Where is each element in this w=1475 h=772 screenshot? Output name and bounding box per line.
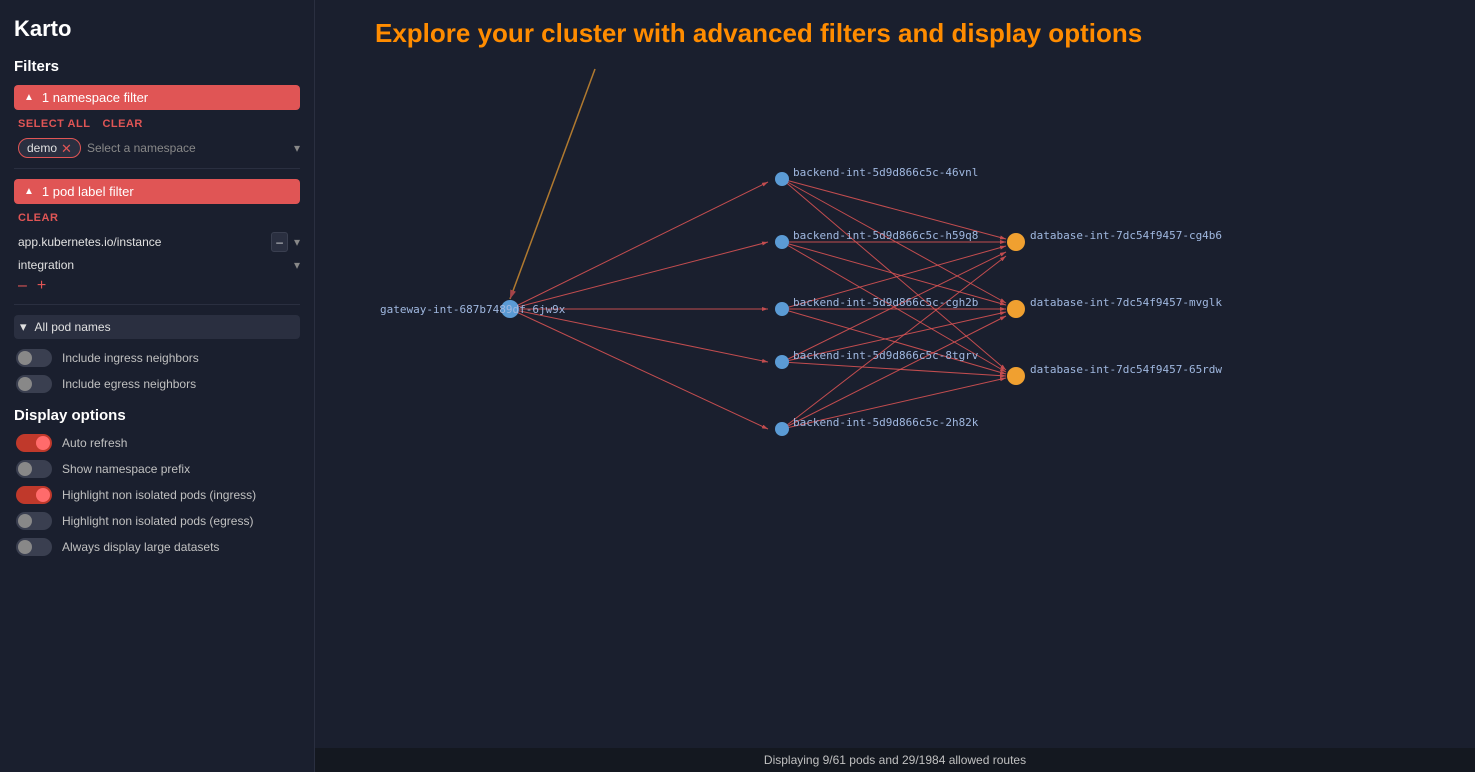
pod-names-label: All pod names	[35, 320, 294, 334]
add-label-button[interactable]: +	[37, 278, 46, 294]
network-graph: gateway-int-687b7489df-6jw9x backend-int…	[315, 0, 1475, 748]
highlight-ingress-label: Highlight non isolated pods (ingress)	[62, 488, 256, 502]
include-ingress-toggle[interactable]	[16, 349, 52, 367]
highlight-egress-toggle[interactable]	[16, 512, 52, 530]
graph-area[interactable]: gateway-int-687b7489df-6jw9x backend-int…	[315, 0, 1475, 748]
namespace-chevron-icon: ▲	[24, 92, 34, 103]
node-backend3	[775, 302, 789, 316]
status-bar: Displaying 9/61 pods and 29/1984 allowed…	[315, 748, 1475, 772]
include-egress-row: Include egress neighbors	[14, 375, 300, 393]
pod-label-filter-actions: CLEAR	[14, 212, 300, 224]
highlight-egress-thumb	[18, 514, 32, 528]
show-namespace-toggle[interactable]	[16, 460, 52, 478]
clear-pod-label-button[interactable]: CLEAR	[18, 212, 58, 224]
highlight-ingress-thumb	[36, 488, 50, 502]
namespace-filter-label: 1 namespace filter	[42, 90, 148, 105]
node-backend2	[775, 235, 789, 249]
namespace-placeholder: Select a namespace	[87, 141, 288, 155]
pod-names-row[interactable]: ▾ All pod names	[14, 315, 300, 339]
label-key-2: integration	[18, 258, 288, 272]
include-egress-toggle[interactable]	[16, 375, 52, 393]
select-all-button[interactable]: SELECT ALL	[18, 118, 90, 130]
label-backend5: backend-int-5d9d866c5c-2h82k	[793, 416, 979, 429]
include-ingress-thumb	[18, 351, 32, 365]
namespace-filter-header[interactable]: ▲ 1 namespace filter	[14, 85, 300, 110]
show-namespace-row: Show namespace prefix	[14, 460, 300, 478]
status-text: Displaying 9/61 pods and 29/1984 allowed…	[764, 753, 1026, 767]
label-backend1: backend-int-5d9d866c5c-46vnl	[793, 166, 978, 179]
node-db1	[1007, 233, 1025, 251]
include-ingress-label: Include ingress neighbors	[62, 351, 199, 365]
demo-tag: demo ✕	[18, 138, 81, 158]
pod-label-chevron-icon: ▲	[24, 186, 34, 197]
label-db2: database-int-7dc54f9457-mvglk	[1030, 296, 1222, 309]
app-title: Karto	[14, 16, 300, 42]
main-area: Explore your cluster with advanced filte…	[315, 0, 1475, 772]
divider-1	[14, 168, 300, 169]
label-backend3: backend-int-5d9d866c5c-cgh2b	[793, 296, 978, 309]
label-filter-row-1: app.kubernetes.io/instance – ▾	[14, 232, 300, 252]
highlight-ingress-toggle[interactable]	[16, 486, 52, 504]
node-backend1	[775, 172, 789, 186]
node-db2	[1007, 300, 1025, 318]
label-db3: database-int-7dc54f9457-65rdw	[1030, 363, 1222, 376]
label-backend2: backend-int-5d9d866c5c-h59q8	[793, 229, 978, 242]
label-add-remove: – +	[14, 278, 300, 294]
auto-refresh-label: Auto refresh	[62, 436, 127, 450]
pod-label-filter-header[interactable]: ▲ 1 pod label filter	[14, 179, 300, 204]
label-filter-row-2: integration ▾	[14, 258, 300, 272]
auto-refresh-thumb	[36, 436, 50, 450]
include-ingress-row: Include ingress neighbors	[14, 349, 300, 367]
label-op-dropdown-1[interactable]: ▾	[294, 235, 300, 249]
label-op-dropdown-2[interactable]: ▾	[294, 258, 300, 272]
node-backend4	[775, 355, 789, 369]
label-backend4: backend-int-5d9d866c5c-8tgrv	[793, 349, 979, 362]
label-key-1: app.kubernetes.io/instance	[18, 235, 265, 249]
namespace-input-row: demo ✕ Select a namespace ▾	[14, 138, 300, 158]
pod-label-filter-label: 1 pod label filter	[42, 184, 134, 199]
include-egress-thumb	[18, 377, 32, 391]
highlight-egress-row: Highlight non isolated pods (egress)	[14, 512, 300, 530]
display-options-title: Display options	[14, 407, 300, 424]
remove-label-button[interactable]: –	[18, 278, 27, 294]
divider-2	[14, 304, 300, 305]
demo-tag-label: demo	[27, 141, 57, 155]
highlight-egress-label: Highlight non isolated pods (egress)	[62, 514, 253, 528]
label-gateway: gateway-int-687b7489df-6jw9x	[380, 303, 566, 316]
clear-namespace-button[interactable]: CLEAR	[102, 118, 142, 130]
filters-section-title: Filters	[14, 58, 300, 75]
demo-tag-remove-icon[interactable]: ✕	[61, 142, 72, 155]
namespace-filter-actions: SELECT ALL CLEAR	[14, 118, 300, 130]
show-namespace-label: Show namespace prefix	[62, 462, 190, 476]
auto-refresh-toggle[interactable]	[16, 434, 52, 452]
always-display-row: Always display large datasets	[14, 538, 300, 556]
label-op-1[interactable]: –	[271, 232, 288, 252]
namespace-dropdown-icon[interactable]: ▾	[294, 141, 300, 155]
always-display-toggle[interactable]	[16, 538, 52, 556]
display-options-section: Display options Auto refresh Show namesp…	[14, 407, 300, 556]
auto-refresh-row: Auto refresh	[14, 434, 300, 452]
sidebar: Karto Filters ▲ 1 namespace filter SELEC…	[0, 0, 315, 772]
always-display-thumb	[18, 540, 32, 554]
show-namespace-thumb	[18, 462, 32, 476]
node-db3	[1007, 367, 1025, 385]
label-db1: database-int-7dc54f9457-cg4b6	[1030, 229, 1222, 242]
include-egress-label: Include egress neighbors	[62, 377, 196, 391]
node-backend5	[775, 422, 789, 436]
highlight-ingress-row: Highlight non isolated pods (ingress)	[14, 486, 300, 504]
always-display-label: Always display large datasets	[62, 540, 219, 554]
pod-names-chevron-icon: ▾	[20, 319, 27, 335]
